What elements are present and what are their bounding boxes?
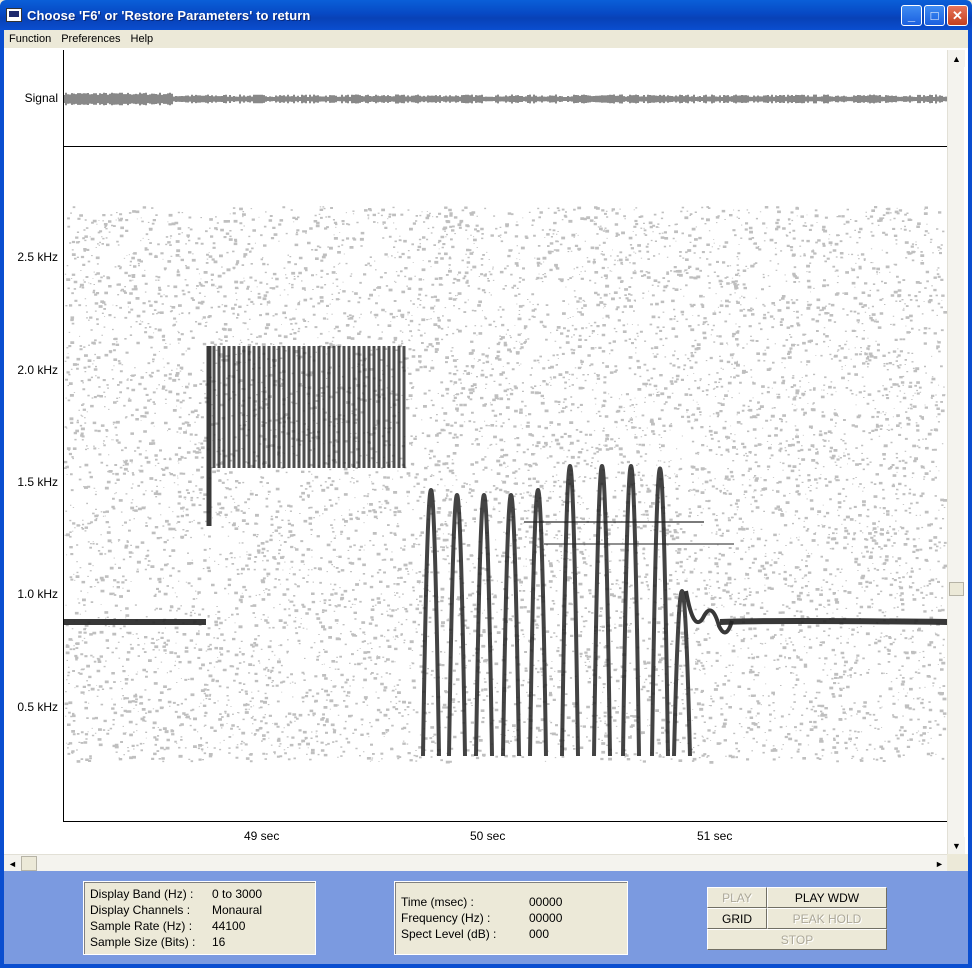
signal-waveform [64,92,947,106]
vertical-scroll-thumb[interactable] [949,582,964,596]
readout-value: 000 [529,927,550,941]
horizontal-scrollbar[interactable]: ◄ ► [4,854,948,872]
settings-value: 44100 [212,919,246,933]
scroll-down-arrow[interactable]: ▼ [948,837,965,854]
stop-button[interactable]: STOP [707,929,887,950]
peak-hold-button[interactable]: PEAK HOLD [767,908,887,929]
tone-decay [684,590,734,635]
scroll-right-arrow[interactable]: ► [931,855,948,872]
menu-function[interactable]: Function [4,33,56,45]
grid-button[interactable]: GRID [707,908,767,929]
readout-key: Spect Level (dB) : [401,927,497,941]
app-icon [6,8,22,22]
horizontal-scroll-thumb[interactable] [21,856,37,871]
minimize-button[interactable]: _ [901,5,922,26]
signal-separator [63,146,948,147]
y-tick-label: 1.5 kHz [17,475,58,489]
settings-value: 0 to 3000 [212,887,263,901]
y-tick-label: 2.5 kHz [17,250,58,264]
close-button[interactable]: ✕ [947,5,968,26]
y-tick-label: 1.0 kHz [17,587,58,601]
play-window-button[interactable]: PLAY WDW [767,887,887,908]
readout-value: 00000 [529,895,563,909]
readout-key: Time (msec) : [401,895,474,909]
control-panel: Display Band (Hz) : 0 to 3000 Display Cha… [4,871,968,964]
scroll-corner [947,854,968,871]
maximize-button[interactable]: □ [924,5,945,26]
title-bar: Choose 'F6' or 'Restore Parameters' to r… [0,0,972,30]
settings-key: Display Band (Hz) : [90,887,194,901]
x-tick-label: 51 sec [697,829,733,843]
tone-band [719,618,948,625]
readout-key: Frequency (Hz) : [401,911,491,925]
scroll-up-arrow[interactable]: ▲ [948,50,965,67]
sweep-arch [672,589,692,757]
menu-help[interactable]: Help [126,33,159,45]
x-tick-label: 50 sec [470,829,506,843]
x-tick-label: 49 sec [244,829,280,843]
settings-value: Monaural [212,903,263,917]
readout-value: 00000 [529,911,563,925]
settings-value: 16 [212,935,226,949]
sweep-arch [528,488,548,757]
window-title: Choose 'F6' or 'Restore Parameters' to r… [27,7,311,23]
vertical-scrollbar[interactable]: ▲ ▼ [947,50,965,854]
settings-box: Display Band (Hz) : 0 to 3000 Display Cha… [83,881,316,955]
spectrogram[interactable] [64,196,948,766]
sweep-arch [621,464,641,757]
settings-key: Display Channels : [90,903,191,917]
y-tick-label: 0.5 kHz [17,700,58,714]
signal-label: Signal [24,91,58,105]
menu-bar: Function Preferences Help [4,30,968,48]
menu-preferences[interactable]: Preferences [56,33,125,45]
scroll-left-arrow[interactable]: ◄ [4,855,21,872]
sweep-arch [474,493,494,757]
settings-key: Sample Rate (Hz) : [90,919,193,933]
play-button[interactable]: PLAY [707,887,767,908]
waveform-trace [64,92,947,106]
readout-box: Time (msec) :00000 Frequency (Hz) :00000… [394,881,628,955]
settings-key: Sample Size (Bits) : [90,935,196,949]
y-tick-label: 2.0 kHz [17,363,58,377]
sweep-arch [560,464,580,757]
sweep-arch [592,464,612,757]
